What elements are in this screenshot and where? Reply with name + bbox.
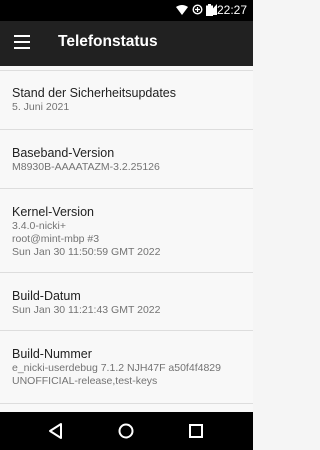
- status-list[interactable]: Stand der Sicherheitsupdates 5. Juni 202…: [0, 66, 253, 412]
- item-title: Kernel-Version: [12, 205, 94, 219]
- menu-icon[interactable]: [14, 35, 30, 49]
- navigation-bar: [0, 412, 253, 450]
- item-value: e_nicki-userdebug 7.1.2 NJH47F a50f4f482…: [12, 362, 221, 374]
- back-icon[interactable]: [46, 421, 66, 441]
- status-time: 22:27: [216, 3, 247, 17]
- list-item-baseband[interactable]: Baseband-Version M8930B-AAAATAZM-3.2.251…: [0, 130, 253, 189]
- list-item-kernel[interactable]: Kernel-Version 3.4.0-nicki+ root@mint-mb…: [0, 189, 253, 273]
- item-title: Baseband-Version: [12, 146, 115, 160]
- list-item-security-update[interactable]: Stand der Sicherheitsupdates 5. Juni 202…: [0, 71, 253, 130]
- item-title: Build-Datum: [12, 289, 81, 303]
- app-bar: Telefonstatus: [0, 21, 253, 66]
- item-value: M8930B-AAAATAZM-3.2.25126: [12, 161, 160, 173]
- item-value: root@mint-mbp #3: [12, 233, 100, 245]
- home-icon[interactable]: [116, 421, 136, 441]
- status-bar: 22:27: [0, 0, 253, 21]
- data-saver-icon: [192, 4, 203, 15]
- item-value: Sun Jan 30 11:50:59 GMT 2022: [12, 246, 161, 258]
- list-item-build-date[interactable]: Build-Datum Sun Jan 30 11:21:43 GMT 2022: [0, 273, 253, 331]
- page-title: Telefonstatus: [58, 33, 158, 50]
- item-title: Stand der Sicherheitsupdates: [12, 86, 176, 100]
- item-value: UNOFFICIAL-release,test-keys: [12, 375, 158, 387]
- item-value: 3.4.0-nicki+: [12, 220, 66, 232]
- list-item-build-number[interactable]: Build-Nummer e_nicki-userdebug 7.1.2 NJH…: [0, 331, 253, 404]
- recents-icon[interactable]: [186, 421, 206, 441]
- item-title: Build-Nummer: [12, 347, 92, 361]
- item-value: Sun Jan 30 11:21:43 GMT 2022: [12, 304, 161, 316]
- wifi-icon: [176, 5, 188, 15]
- battery-icon: [206, 4, 213, 16]
- item-value: 5. Juni 2021: [12, 101, 70, 113]
